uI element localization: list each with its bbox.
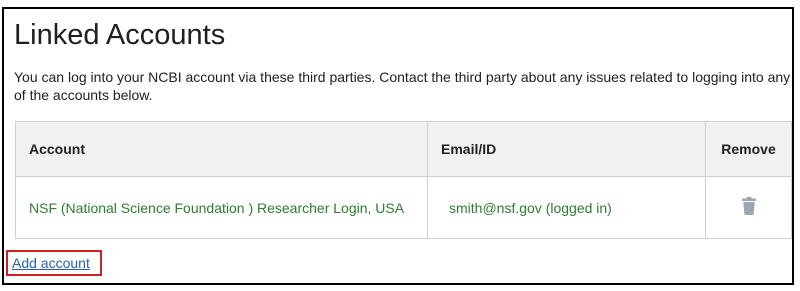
email-id-cell: smith@nsf.gov (logged in) [427, 176, 706, 239]
add-account-highlight: Add account [6, 250, 102, 276]
page-title: Linked Accounts [14, 19, 226, 51]
remove-cell [705, 176, 792, 239]
trash-icon[interactable] [741, 197, 756, 218]
linked-accounts-table: Account Email/ID Remove NSF (National Sc… [15, 121, 792, 239]
page-description: You can log into your NCBI account via t… [14, 69, 791, 103]
table-header-row: Account Email/ID Remove [15, 121, 792, 177]
column-header-remove: Remove [705, 121, 792, 177]
column-header-account: Account [15, 121, 428, 177]
table-row: NSF (National Science Foundation ) Resea… [15, 176, 792, 239]
column-header-email: Email/ID [427, 121, 706, 177]
account-name-cell: NSF (National Science Foundation ) Resea… [15, 176, 428, 239]
add-account-link[interactable]: Add account [12, 255, 90, 272]
linked-accounts-panel: Linked Accounts You can log into your NC… [2, 7, 794, 285]
